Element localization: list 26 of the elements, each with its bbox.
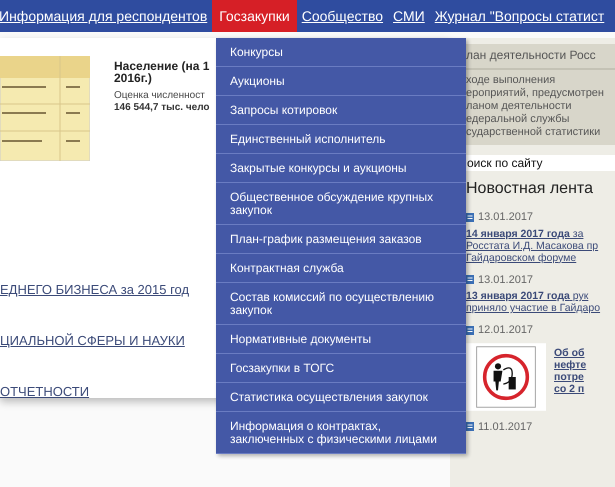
document-icon [466,422,474,432]
nav-link-item[interactable]: СМИ [388,0,430,32]
nav-link-item[interactable]: Сообщество [296,0,388,32]
document-icon [466,326,474,335]
nav-link-item[interactable]: Информация для респондентов [0,0,212,32]
news-link[interactable]: 14 января 2017 года за Росстата И.Д. Масакова пр Гайдаровском форуме [466,228,615,264]
report-link[interactable]: ЕДНЕГО БИЗНЕСА за 2015 год [0,280,190,300]
plan-text: ходе выполнения ероприятий, предусмотрен ланом деятельности едеральной службы сударственной статистики [466,74,605,139]
search-field[interactable]: оиск по сайту [466,155,615,171]
news-link[interactable]: 13 января 2017 года рук приняло участие в Гайдаро [466,290,615,314]
document-icon [466,275,474,284]
population-caption: Оценка численност [114,90,206,102]
news-date: 13.01.2017 [478,272,534,288]
document-icon [466,212,474,222]
nav-link-item[interactable]: Госзакупки [212,0,297,32]
nav-link-item[interactable]: Журнал "Вопросы статист [430,0,610,32]
population-value: 146 544,7 тыс. чело [114,102,210,114]
plan-title: лан деятельности Росс [466,46,615,70]
news-date: 13.01.2017 [478,210,534,225]
news-date: 11.01.2017 [478,420,532,434]
report-link[interactable]: ЦИАЛЬНОЙ СФЕРЫ И НАУКИ [0,331,185,350]
report-link[interactable]: ОТЧЕТНОСТИ [0,382,90,402]
news-date: 12.01.2017 [478,323,534,338]
news-link[interactable]: Об об нефте потре со 2 п [554,346,586,410]
population-heading: Население (на 1 2016г.) [114,60,210,84]
news-title: Новостная лента [466,179,594,199]
